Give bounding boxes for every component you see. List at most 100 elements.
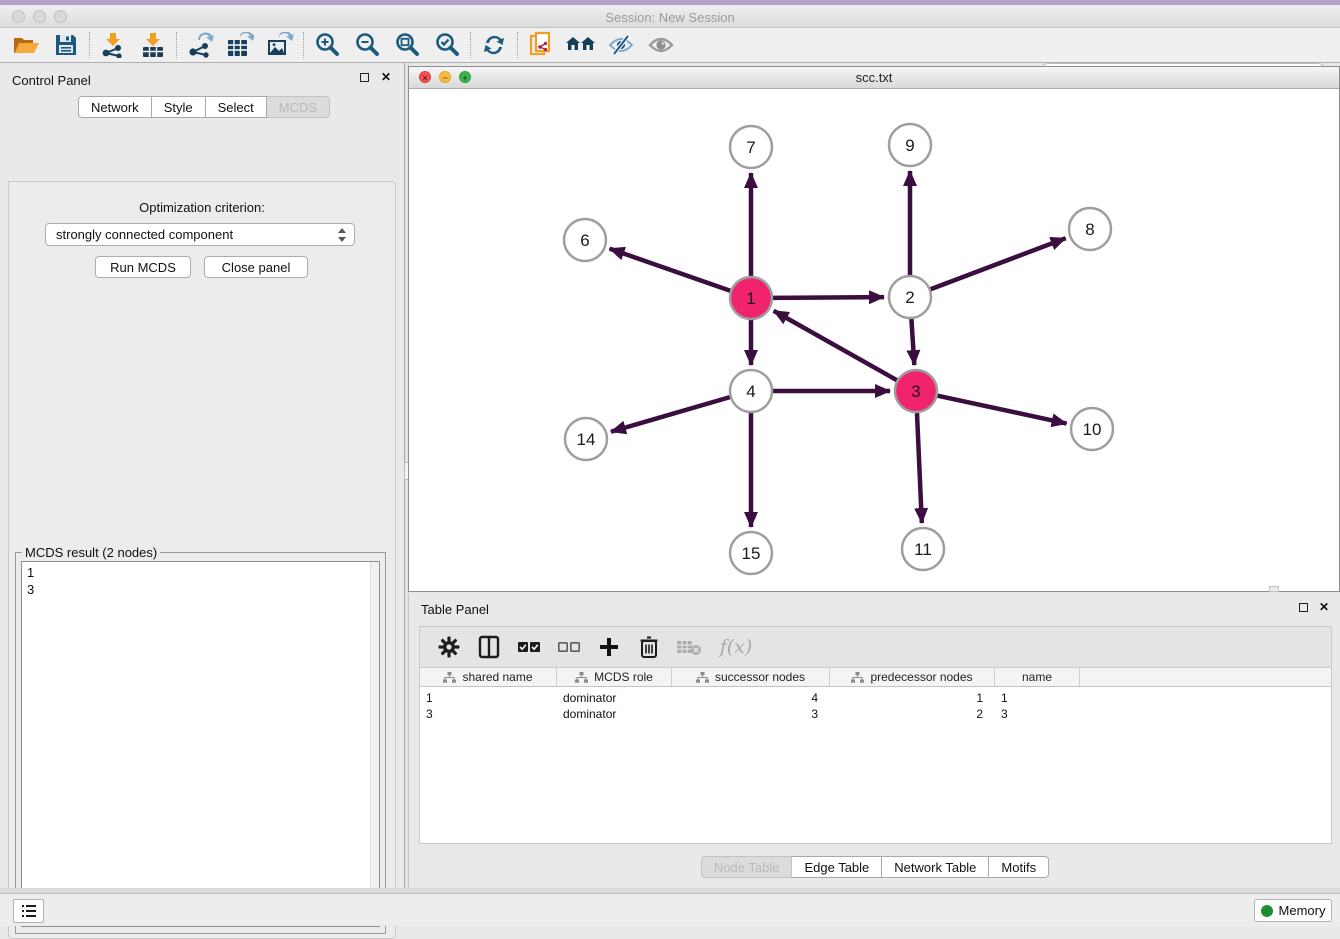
deselect-all-icon[interactable] [556,634,582,660]
table-panel-title: Table Panel [421,602,489,617]
graph-edges [610,171,1067,527]
graph-node-9[interactable]: 9 [889,124,931,166]
column-header-successor-nodes[interactable]: successor nodes [672,668,830,686]
graph-node-10[interactable]: 10 [1071,408,1113,450]
mcds-tab-content: Optimization criterion: strongly connect… [8,181,396,939]
task-history-button[interactable] [13,899,44,923]
add-row-icon[interactable] [596,634,622,660]
graph-node-3[interactable]: 3 [895,370,937,412]
gear-icon[interactable] [436,634,462,660]
tab-node-table[interactable]: Node Table [701,856,793,878]
cell-predecessor-nodes: 1 [830,690,995,706]
main-toolbar [0,28,1340,63]
graph-edge-3-10[interactable] [938,396,1067,424]
tab-network[interactable]: Network [78,96,152,118]
float-table-panel-icon[interactable] [1299,600,1313,614]
status-bar: Memory [0,893,1340,926]
column-type-icon [575,672,588,683]
column-header-mcds-role[interactable]: MCDS role [557,668,672,686]
close-table-panel-icon[interactable]: ✕ [1317,601,1331,615]
export-network-icon[interactable] [180,30,220,60]
delete-table-icon[interactable] [676,634,702,660]
graph-edge-2-3[interactable] [911,319,914,365]
table-toolbar: f(x) [419,626,1332,668]
duplicate-network-icon[interactable] [521,30,561,60]
import-network-icon[interactable] [93,30,133,60]
node-label: 14 [577,430,596,449]
graph-node-11[interactable]: 11 [902,528,944,570]
graph-node-1[interactable]: 1 [730,277,772,319]
export-image-icon[interactable] [260,30,300,60]
graph-edge-1-6[interactable] [610,249,731,291]
graph-edge-2-8[interactable] [931,238,1066,289]
zoom-selected-icon[interactable] [427,30,467,60]
table-header-row: shared name MCDS role successor nodes pr… [420,668,1331,687]
mcds-result-title: MCDS result (2 nodes) [22,545,160,560]
column-header-predecessor-nodes[interactable]: predecessor nodes [830,668,995,686]
refresh-view-icon[interactable] [474,30,514,60]
graph-node-6[interactable]: 6 [564,219,606,261]
columns-icon[interactable] [476,634,502,660]
column-header-shared-name[interactable]: shared name [420,668,557,686]
node-label: 11 [914,540,932,559]
memory-status-icon [1261,905,1273,917]
tab-motifs[interactable]: Motifs [989,856,1049,878]
table-panel: Table Panel ✕ f(x) s [408,596,1340,888]
home-layout-icon[interactable] [561,30,601,60]
tab-select[interactable]: Select [206,96,267,118]
node-label: 6 [580,231,589,250]
result-scrollbar[interactable] [370,562,379,926]
run-mcds-button[interactable]: Run MCDS [95,256,191,278]
graph-node-14[interactable]: 14 [565,418,607,460]
node-label: 7 [746,138,755,157]
save-session-icon[interactable] [46,30,86,60]
node-table: shared name MCDS role successor nodes pr… [419,668,1332,844]
graph-edge-1-2[interactable] [773,297,884,298]
toolbar-separator [470,32,471,58]
zoom-out-icon[interactable] [347,30,387,60]
table-row[interactable]: 1 dominator 4 1 1 [420,690,1331,706]
table-row[interactable]: 3 dominator 3 2 3 [420,706,1331,722]
export-table-icon[interactable] [220,30,260,60]
app-titlebar: Session: New Session [0,5,1340,28]
graph-edge-3-11[interactable] [917,413,922,523]
list-icon [21,904,37,918]
tab-edge-table[interactable]: Edge Table [792,856,882,878]
network-graph-canvas[interactable]: 7 9 6 8 1 2 4 3 14 10 15 11 [409,89,1339,591]
import-table-icon[interactable] [133,30,173,60]
tab-network-table[interactable]: Network Table [882,856,989,878]
control-panel-title: Control Panel [12,73,91,88]
float-panel-icon[interactable] [360,70,374,84]
network-window-titlebar[interactable]: × − + scc.txt [409,67,1339,89]
hide-eye-icon[interactable] [601,30,641,60]
zoom-fit-icon[interactable] [387,30,427,60]
open-session-icon[interactable] [6,30,46,60]
cell-predecessor-nodes: 2 [830,706,995,722]
graph-edge-4-14[interactable] [611,397,730,432]
delete-icon[interactable] [636,634,662,660]
select-all-icon[interactable] [516,634,542,660]
graph-node-8[interactable]: 8 [1069,208,1111,250]
cell-name: 1 [995,690,1080,706]
column-type-icon [443,672,456,683]
close-panel-button[interactable]: Close panel [204,256,308,278]
cell-name: 3 [995,706,1080,722]
graph-node-7[interactable]: 7 [730,126,772,168]
graph-node-2[interactable]: 2 [889,276,931,318]
close-panel-icon[interactable]: ✕ [379,71,393,85]
tab-style[interactable]: Style [152,96,206,118]
app-title: Session: New Session [0,10,1340,25]
show-eye-icon[interactable] [641,30,681,60]
memory-button[interactable]: Memory [1254,899,1332,922]
network-resize-grip[interactable] [1269,586,1279,592]
column-header-name[interactable]: name [995,668,1080,686]
optimization-criterion-select[interactable]: strongly connected component [45,223,355,246]
node-label: 9 [905,136,914,155]
graph-node-4[interactable]: 4 [730,370,772,412]
graph-node-15[interactable]: 15 [730,532,772,574]
mcds-result-list[interactable]: 1 3 [21,561,380,927]
function-builder-icon[interactable]: f(x) [716,634,756,660]
graph-edge-3-1[interactable] [774,311,897,380]
zoom-in-icon[interactable] [307,30,347,60]
tab-mcds[interactable]: MCDS [267,96,330,118]
